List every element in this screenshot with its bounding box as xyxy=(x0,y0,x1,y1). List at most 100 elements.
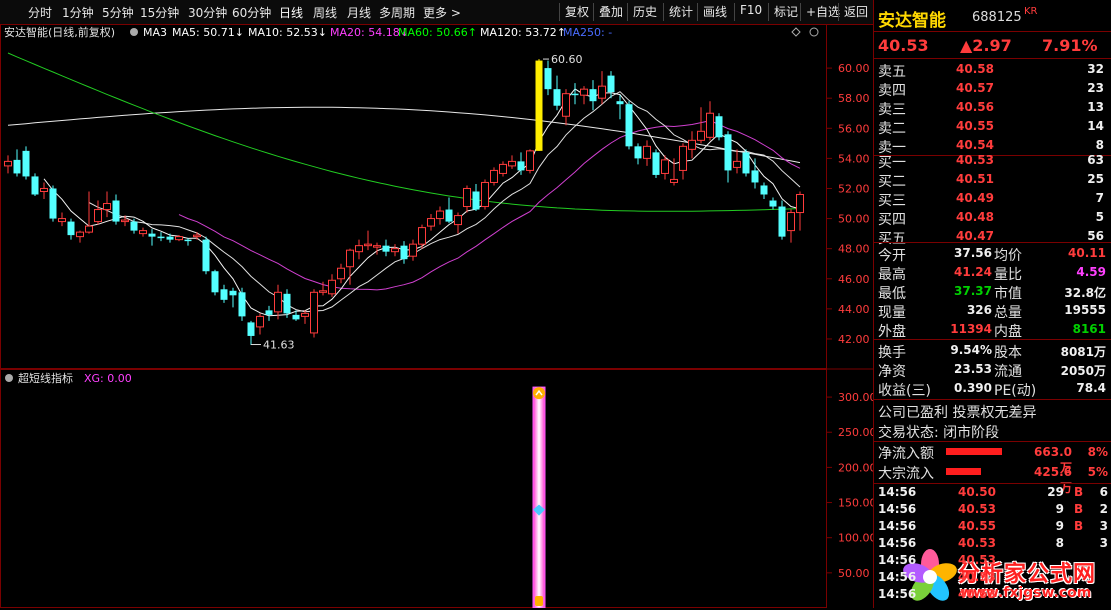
candle[interactable] xyxy=(508,155,516,169)
candle[interactable] xyxy=(724,131,732,183)
candle[interactable] xyxy=(67,218,75,240)
kline-chart-area[interactable]: 安达智能(日线,前复权) MA3 MA5: 50.71↓ MA10: 52.53↓ MA… xyxy=(0,24,873,608)
tab-8[interactable]: 月线 xyxy=(347,4,371,21)
toolbar-button-4[interactable]: 画线 xyxy=(700,3,730,21)
bid-row-1[interactable]: 买二 40.51 25 xyxy=(878,170,1110,190)
candle[interactable] xyxy=(787,209,795,243)
ask-row-1[interactable]: 卖四 40.57 23 xyxy=(878,79,1110,99)
candle[interactable] xyxy=(211,269,219,296)
candle[interactable] xyxy=(310,289,318,338)
tick-row-2[interactable]: 14:56 40.55 9 B 3 xyxy=(878,519,1110,536)
candle[interactable] xyxy=(256,313,264,335)
candle[interactable] xyxy=(391,244,399,257)
ask-row-0[interactable]: 卖五 40.58 32 xyxy=(878,60,1110,80)
candle[interactable] xyxy=(157,232,165,242)
candle[interactable] xyxy=(4,155,12,174)
toolbar-button-3[interactable]: 统计 xyxy=(666,3,696,21)
tab-2[interactable]: 5分钟 xyxy=(102,4,134,21)
candle[interactable] xyxy=(85,191,93,234)
candle[interactable] xyxy=(454,212,462,234)
candle[interactable] xyxy=(409,239,417,261)
candle[interactable] xyxy=(571,83,579,105)
candle[interactable] xyxy=(742,149,750,177)
toolbar-button-5[interactable]: F10 xyxy=(737,3,765,21)
candle[interactable] xyxy=(625,101,633,150)
candle[interactable] xyxy=(139,227,147,237)
candle[interactable] xyxy=(220,284,228,303)
candle[interactable] xyxy=(22,146,30,180)
candle[interactable] xyxy=(274,284,282,320)
candle[interactable] xyxy=(652,149,660,178)
candle[interactable] xyxy=(94,200,102,225)
tab-9[interactable]: 多周期 xyxy=(379,4,415,21)
candle[interactable] xyxy=(247,320,255,345)
candle[interactable] xyxy=(697,107,705,144)
candle[interactable] xyxy=(445,197,453,224)
candle[interactable] xyxy=(76,230,84,243)
tab-7[interactable]: 周线 xyxy=(313,4,337,21)
candle[interactable] xyxy=(337,263,345,284)
candle[interactable] xyxy=(769,197,777,210)
candle[interactable] xyxy=(184,238,192,246)
tab-0[interactable]: 分时 xyxy=(28,4,52,21)
tab-3[interactable]: 15分钟 xyxy=(140,4,179,21)
candle[interactable] xyxy=(553,75,561,111)
candle[interactable] xyxy=(796,191,804,231)
tick-row-0[interactable]: 14:56 40.50 29 B 6 xyxy=(878,485,1110,502)
bid-row-0[interactable]: 买一 40.53 63 xyxy=(878,151,1110,171)
candle[interactable] xyxy=(202,236,210,275)
toolbar-button-6[interactable]: 标记 xyxy=(771,3,801,21)
candle[interactable] xyxy=(634,143,642,165)
candle[interactable] xyxy=(715,113,723,141)
candle[interactable] xyxy=(706,101,714,141)
candle[interactable] xyxy=(265,305,273,321)
tick-row-1[interactable]: 14:56 40.53 9 B 2 xyxy=(878,502,1110,519)
candle[interactable] xyxy=(616,95,624,120)
tick-row-3[interactable]: 14:56 40.53 8 3 xyxy=(878,536,1110,553)
tab-5[interactable]: 60分钟 xyxy=(232,4,271,21)
candle[interactable] xyxy=(103,191,111,218)
circle-icon[interactable] xyxy=(809,27,819,37)
settings-dot-icon[interactable] xyxy=(130,28,138,36)
ask-row-2[interactable]: 卖三 40.56 13 xyxy=(878,98,1110,118)
tab-4[interactable]: 30分钟 xyxy=(188,4,227,21)
candle[interactable] xyxy=(589,80,597,111)
candle[interactable] xyxy=(751,158,759,189)
candle[interactable] xyxy=(760,182,768,200)
candle[interactable] xyxy=(526,149,534,174)
candle[interactable] xyxy=(679,143,687,180)
ask-row-3[interactable]: 卖二 40.55 14 xyxy=(878,117,1110,137)
candle[interactable] xyxy=(40,182,48,200)
candle[interactable] xyxy=(688,131,696,159)
candle[interactable] xyxy=(733,149,741,174)
candle[interactable] xyxy=(499,161,507,177)
candle[interactable] xyxy=(643,140,651,166)
toolbar-button-8[interactable]: 返回 xyxy=(841,3,871,21)
candle[interactable] xyxy=(364,230,372,251)
candle[interactable] xyxy=(580,86,588,105)
bid-row-2[interactable]: 买三 40.49 7 xyxy=(878,189,1110,209)
candle[interactable] xyxy=(463,185,471,213)
tab-1[interactable]: 1分钟 xyxy=(62,4,94,21)
toolbar-button-2[interactable]: 历史 xyxy=(630,3,660,21)
candle[interactable] xyxy=(607,71,615,99)
candle[interactable] xyxy=(58,212,66,227)
tab-6[interactable]: 日线 xyxy=(279,4,303,21)
candle[interactable] xyxy=(13,149,21,177)
tick-row-5[interactable]: 14:56 40.53 xyxy=(878,570,1110,587)
toolbar-button-1[interactable]: 叠加 xyxy=(596,3,626,21)
bid-row-3[interactable]: 买四 40.48 5 xyxy=(878,208,1110,228)
indicator-settings-icon[interactable] xyxy=(5,374,13,382)
candle[interactable] xyxy=(778,200,786,240)
candle[interactable] xyxy=(472,183,480,212)
candle[interactable] xyxy=(112,194,120,225)
tick-row-4[interactable]: 14:56 40.53 xyxy=(878,553,1110,570)
diamond-icon[interactable] xyxy=(791,27,801,37)
candle[interactable] xyxy=(490,167,498,186)
candle[interactable] xyxy=(49,185,57,222)
candle[interactable] xyxy=(301,310,309,324)
candle[interactable] xyxy=(535,59,543,151)
tick-row-6[interactable]: 14:56 40.53 xyxy=(878,587,1110,604)
candle[interactable] xyxy=(238,287,246,321)
candle[interactable] xyxy=(598,71,606,105)
